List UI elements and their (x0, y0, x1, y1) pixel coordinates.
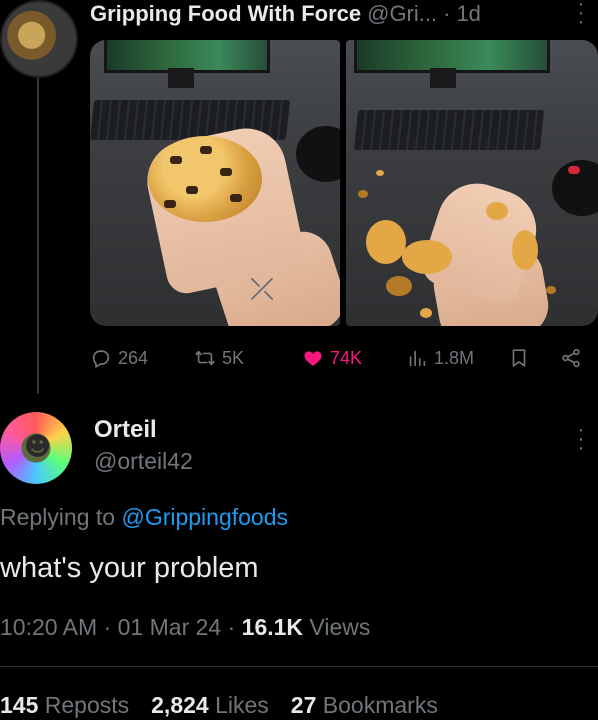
parent-author-name[interactable]: Gripping Food With Force (90, 1, 361, 27)
bookmarks-stat[interactable]: 27 Bookmarks (291, 692, 438, 718)
reposts-stat-count: 145 (0, 692, 39, 718)
cookie-crumb (386, 276, 412, 296)
parent-tweet-header: Gripping Food With Force @Gri... · 1d (90, 0, 481, 28)
bookmarks-stat-count: 27 (290, 692, 317, 718)
mouse-graphic (568, 166, 580, 174)
parent-timestamp[interactable]: 1d (456, 1, 480, 27)
chocolate-chip (230, 194, 242, 202)
likes-stat-label: Likes (215, 692, 269, 718)
chocolate-chip (220, 168, 232, 176)
cookie-crumb (376, 170, 384, 176)
replying-to-mention-link[interactable]: @Grippingfoods (121, 504, 288, 530)
reply-views-label: Views (309, 614, 371, 640)
parent-separator: · (443, 1, 451, 26)
analytics-bar-icon (409, 350, 426, 367)
reply-button[interactable]: 264 (90, 342, 148, 374)
cookie-crumb (486, 202, 508, 220)
reply-author-handle[interactable]: @orteil42 (94, 448, 193, 475)
like-button[interactable]: 74K (302, 342, 362, 374)
replying-to-label: Replying to (0, 504, 116, 530)
cookie-crumb (358, 190, 368, 198)
cookie-crumb (546, 286, 556, 294)
bookmark-icon (512, 349, 526, 367)
parent-action-bar: 264 5K 74K 1.8M (90, 342, 598, 374)
parent-author-avatar[interactable] (0, 0, 78, 78)
reply-views-count: 16.1K (241, 614, 304, 640)
repost-count: 5K (222, 347, 245, 368)
reposts-stat[interactable]: 145 Reposts (0, 692, 129, 718)
chocolate-chip (170, 156, 182, 164)
share-button[interactable] (560, 342, 582, 374)
views-button[interactable]: 1.8M (406, 342, 474, 374)
keyboard-graphic (353, 110, 545, 150)
stats-divider (0, 666, 598, 667)
likes-stat-count: 2,824 (151, 692, 209, 718)
meta-separator: · (103, 614, 112, 640)
reply-count: 264 (118, 347, 149, 368)
media-image-cookie-crushed[interactable] (346, 40, 598, 326)
parent-author-handle[interactable]: @Gri... (367, 1, 437, 27)
cookie-crumb (402, 240, 452, 274)
cookie-crumb (366, 220, 406, 264)
chocolate-chip (164, 200, 176, 208)
reply-icon (92, 350, 110, 368)
replying-to-line: Replying to @Grippingfoods (0, 504, 288, 531)
reposts-stat-label: Reposts (44, 692, 130, 718)
monitor-stand-graphic (430, 68, 456, 88)
like-count: 74K (330, 347, 363, 368)
likes-stat[interactable]: 2,824 Likes (151, 692, 269, 718)
reply-time[interactable]: 10:20 AM (0, 614, 97, 640)
meta-separator: · (227, 614, 236, 640)
reply-engagement-stats: 145 Reposts 2,824 Likes 27 Bookmarks (0, 692, 438, 719)
reply-date[interactable]: 01 Mar 24 (118, 614, 222, 640)
bookmarks-stat-label: Bookmarks (322, 692, 438, 718)
reply-meta-line: 10:20 AM · 01 Mar 24 · 16.1K Views (0, 614, 370, 641)
repost-button[interactable]: 5K (194, 342, 244, 374)
pixel-character-icon: ☻ (24, 432, 52, 462)
heart-filled-icon (304, 351, 322, 366)
cookie-crumb (512, 230, 538, 270)
cookie-crumb (420, 308, 432, 318)
chocolate-chip (186, 186, 198, 194)
reply-tweet-text: what's your problem (0, 552, 259, 584)
share-icon (562, 348, 580, 368)
chocolate-chip (200, 146, 212, 154)
arm-tattoo-graphic: ⤫ (250, 272, 274, 307)
reply-author-name[interactable]: Orteil (94, 416, 157, 444)
media-image-cookie-whole[interactable]: ⤫ (90, 40, 340, 326)
reply-author-avatar[interactable]: ☻ (0, 412, 72, 484)
parent-more-options-icon[interactable]: · · · (572, 0, 590, 32)
monitor-stand-graphic (168, 68, 194, 88)
bookmark-button[interactable] (508, 342, 530, 374)
thread-connector-line (37, 72, 39, 394)
reply-more-options-icon[interactable]: · · · (572, 420, 590, 458)
views-count: 1.8M (434, 347, 475, 368)
repost-icon (195, 350, 215, 366)
